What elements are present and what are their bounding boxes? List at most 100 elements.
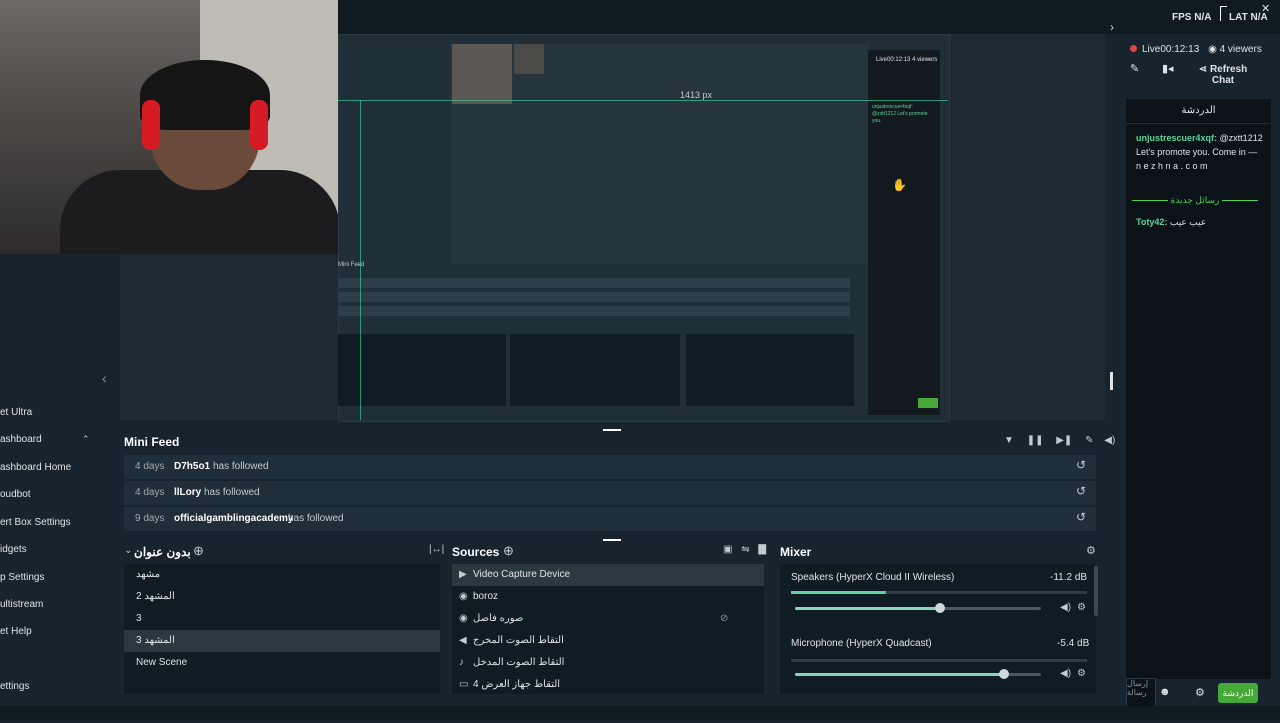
- skip-icon[interactable]: ▶❚: [1056, 435, 1072, 446]
- sidebar-item-widgets[interactable]: idgets: [0, 544, 27, 555]
- mute-microphone-icon[interactable]: ◀): [1060, 668, 1071, 679]
- feed-name: officialgamblingacademy: [174, 513, 294, 524]
- feed-time: 9 days: [135, 513, 165, 524]
- viewer-count: 4 viewers: [1219, 44, 1262, 55]
- source-item[interactable]: ◀ التقاط الصوت المخرج: [452, 630, 764, 652]
- source-item[interactable]: ◉ صوره فاصل ⊘: [452, 608, 764, 630]
- source-item[interactable]: ♪ التقاط الصوت المدخل: [452, 652, 764, 674]
- mixer-channel-db: -11.2 dB: [1050, 572, 1088, 583]
- feed-time: 4 days: [135, 461, 165, 472]
- mixer-settings-icon[interactable]: ⚙: [1086, 544, 1096, 557]
- sidebar-item-app-settings[interactable]: p Settings: [0, 572, 44, 583]
- resize-handle[interactable]: [603, 429, 621, 431]
- source-item-selected[interactable]: ▶ Video Capture Device: [452, 564, 764, 586]
- chat-settings-icon[interactable]: ⚙: [1195, 686, 1205, 699]
- send-chat-button[interactable]: الدردشة: [1218, 683, 1258, 703]
- scene-item[interactable]: مشهد: [124, 564, 440, 586]
- volume-slider-knob[interactable]: [935, 603, 946, 613]
- scene-item[interactable]: 3: [124, 608, 440, 630]
- mini-feed-controls: ▼ ❚❚ ▶❚ ✎ ◀): [1004, 435, 1115, 446]
- mixer-scrollbar[interactable]: [1094, 566, 1098, 616]
- chevron-right-icon[interactable]: ›: [1110, 20, 1114, 34]
- channel-settings-icon[interactable]: ⚙: [1077, 668, 1086, 679]
- folder-icon[interactable]: ▇: [758, 544, 766, 555]
- nested-webcam: [452, 44, 512, 104]
- nested-px-label: 1413 px: [680, 90, 713, 100]
- channel-settings-icon[interactable]: ⚙: [1077, 602, 1086, 613]
- filter-icon[interactable]: ▼: [1004, 435, 1014, 446]
- chevron-up-icon[interactable]: ⌃: [82, 434, 90, 445]
- fps-readout: FPS N/A: [1172, 12, 1212, 23]
- chat-username[interactable]: Toty42:: [1136, 217, 1167, 227]
- scene-transition-icon[interactable]: |↔|: [429, 544, 444, 555]
- nested-feed-row: [338, 292, 850, 302]
- resize-handle[interactable]: [603, 539, 621, 541]
- nested-sources: [510, 334, 680, 406]
- source-link-icon[interactable]: ⇋: [741, 544, 749, 555]
- volume-slider-fill: [795, 673, 1005, 676]
- scenes-title: بدون عنوان: [134, 545, 191, 559]
- close-icon[interactable]: ✕: [1261, 2, 1270, 15]
- sidebar-item-alert-box-settings[interactable]: ert Box Settings: [0, 517, 71, 528]
- nested-live: Live00:12:13 4 viewers: [876, 57, 938, 63]
- live-status: Live00:12:13 ◉ 4 viewers: [1130, 44, 1262, 55]
- chat-input[interactable]: إرسال رسالة: [1126, 678, 1156, 708]
- nested-mixer: [686, 334, 854, 406]
- edit-icon[interactable]: ✎: [1130, 62, 1139, 75]
- corner-icon: [1220, 6, 1227, 21]
- nested-scenes: [338, 334, 506, 406]
- hidden-eye-icon[interactable]: ⊘: [720, 608, 728, 630]
- volume-icon[interactable]: ◀): [1104, 435, 1115, 446]
- replay-icon[interactable]: ↺: [1076, 484, 1086, 498]
- sidebar-item-dashboard-home[interactable]: ashboard Home: [0, 462, 71, 473]
- sidebar-item-settings[interactable]: ettings: [0, 681, 29, 692]
- chat-header: الدردشة: [1126, 99, 1271, 124]
- alignment-guide-horizontal: [338, 100, 948, 101]
- sidebar-item-help[interactable]: et Help: [0, 626, 32, 637]
- source-item[interactable]: ▭ التقاط جهاز العرض 4: [452, 674, 764, 696]
- chevron-down-icon[interactable]: ⌄: [124, 545, 132, 556]
- add-scene-icon[interactable]: ⊕: [193, 543, 204, 559]
- scene-item[interactable]: New Scene: [124, 652, 440, 674]
- source-label: التقاط الصوت المدخل: [473, 657, 565, 668]
- source-label: boroz: [473, 591, 499, 602]
- sources-toolbar: ▣ ⇋ ▇: [723, 544, 766, 555]
- sidebar-item-dashboard[interactable]: ashboard: [0, 434, 42, 445]
- sidebar-item-ultra[interactable]: et Ultra: [0, 407, 32, 418]
- source-label: Video Capture Device: [473, 569, 571, 580]
- refresh-chat-button[interactable]: ⋖ Refresh Chat: [1195, 64, 1251, 86]
- nested-chat-msg: unjustrescuer4xqf: @zxtt1212 Let's promo…: [872, 104, 928, 124]
- pause-icon[interactable]: ❚❚: [1027, 435, 1044, 446]
- feed-action: has followed: [204, 487, 260, 498]
- add-source-icon[interactable]: ⊕: [503, 543, 514, 559]
- source-label: التقاط الصوت المخرج: [473, 635, 564, 646]
- sidebar-item-multistream[interactable]: ultistream: [0, 599, 43, 610]
- headphone-right: [250, 100, 268, 150]
- share-icon: ⋖: [1198, 64, 1208, 75]
- mute-speaker-icon[interactable]: ◀): [1060, 602, 1071, 613]
- scene-item-selected[interactable]: المشهد 3: [124, 630, 440, 652]
- sidebar-item-cloudbot[interactable]: oudbot: [0, 489, 31, 500]
- microphone-icon: ♪: [459, 657, 464, 668]
- source-item[interactable]: ◉ boroz: [452, 586, 764, 608]
- collapse-sidebar-icon[interactable]: ‹: [102, 370, 107, 386]
- volume-slider-fill: [795, 607, 941, 610]
- scene-item[interactable]: المشهد 2: [124, 586, 440, 608]
- source-properties-icon[interactable]: ▣: [723, 544, 732, 555]
- hand-cursor-icon: ✋: [892, 178, 907, 192]
- feed-name: llLory: [174, 487, 202, 498]
- feed-name: D7h5o1: [174, 461, 211, 472]
- volume-meter-level: [791, 591, 886, 594]
- chat-username[interactable]: unjustrescuer4xqf:: [1136, 133, 1217, 143]
- volume-slider-knob[interactable]: [999, 669, 1010, 679]
- replay-icon[interactable]: ↺: [1076, 458, 1086, 472]
- feed-action: has followed: [213, 461, 269, 472]
- emoji-icon[interactable]: ☻: [1159, 686, 1171, 698]
- mixer-panel: Speakers (HyperX Cloud II Wireless) -11.…: [780, 564, 1096, 694]
- bottom-bar: [0, 706, 1280, 720]
- mute-alerts-icon[interactable]: ✎: [1085, 435, 1093, 446]
- replay-icon[interactable]: ↺: [1076, 510, 1086, 524]
- webcam-feed: [0, 0, 338, 254]
- popout-icon[interactable]: ▮◂: [1162, 62, 1174, 75]
- panel-resize-handle[interactable]: [1110, 372, 1113, 390]
